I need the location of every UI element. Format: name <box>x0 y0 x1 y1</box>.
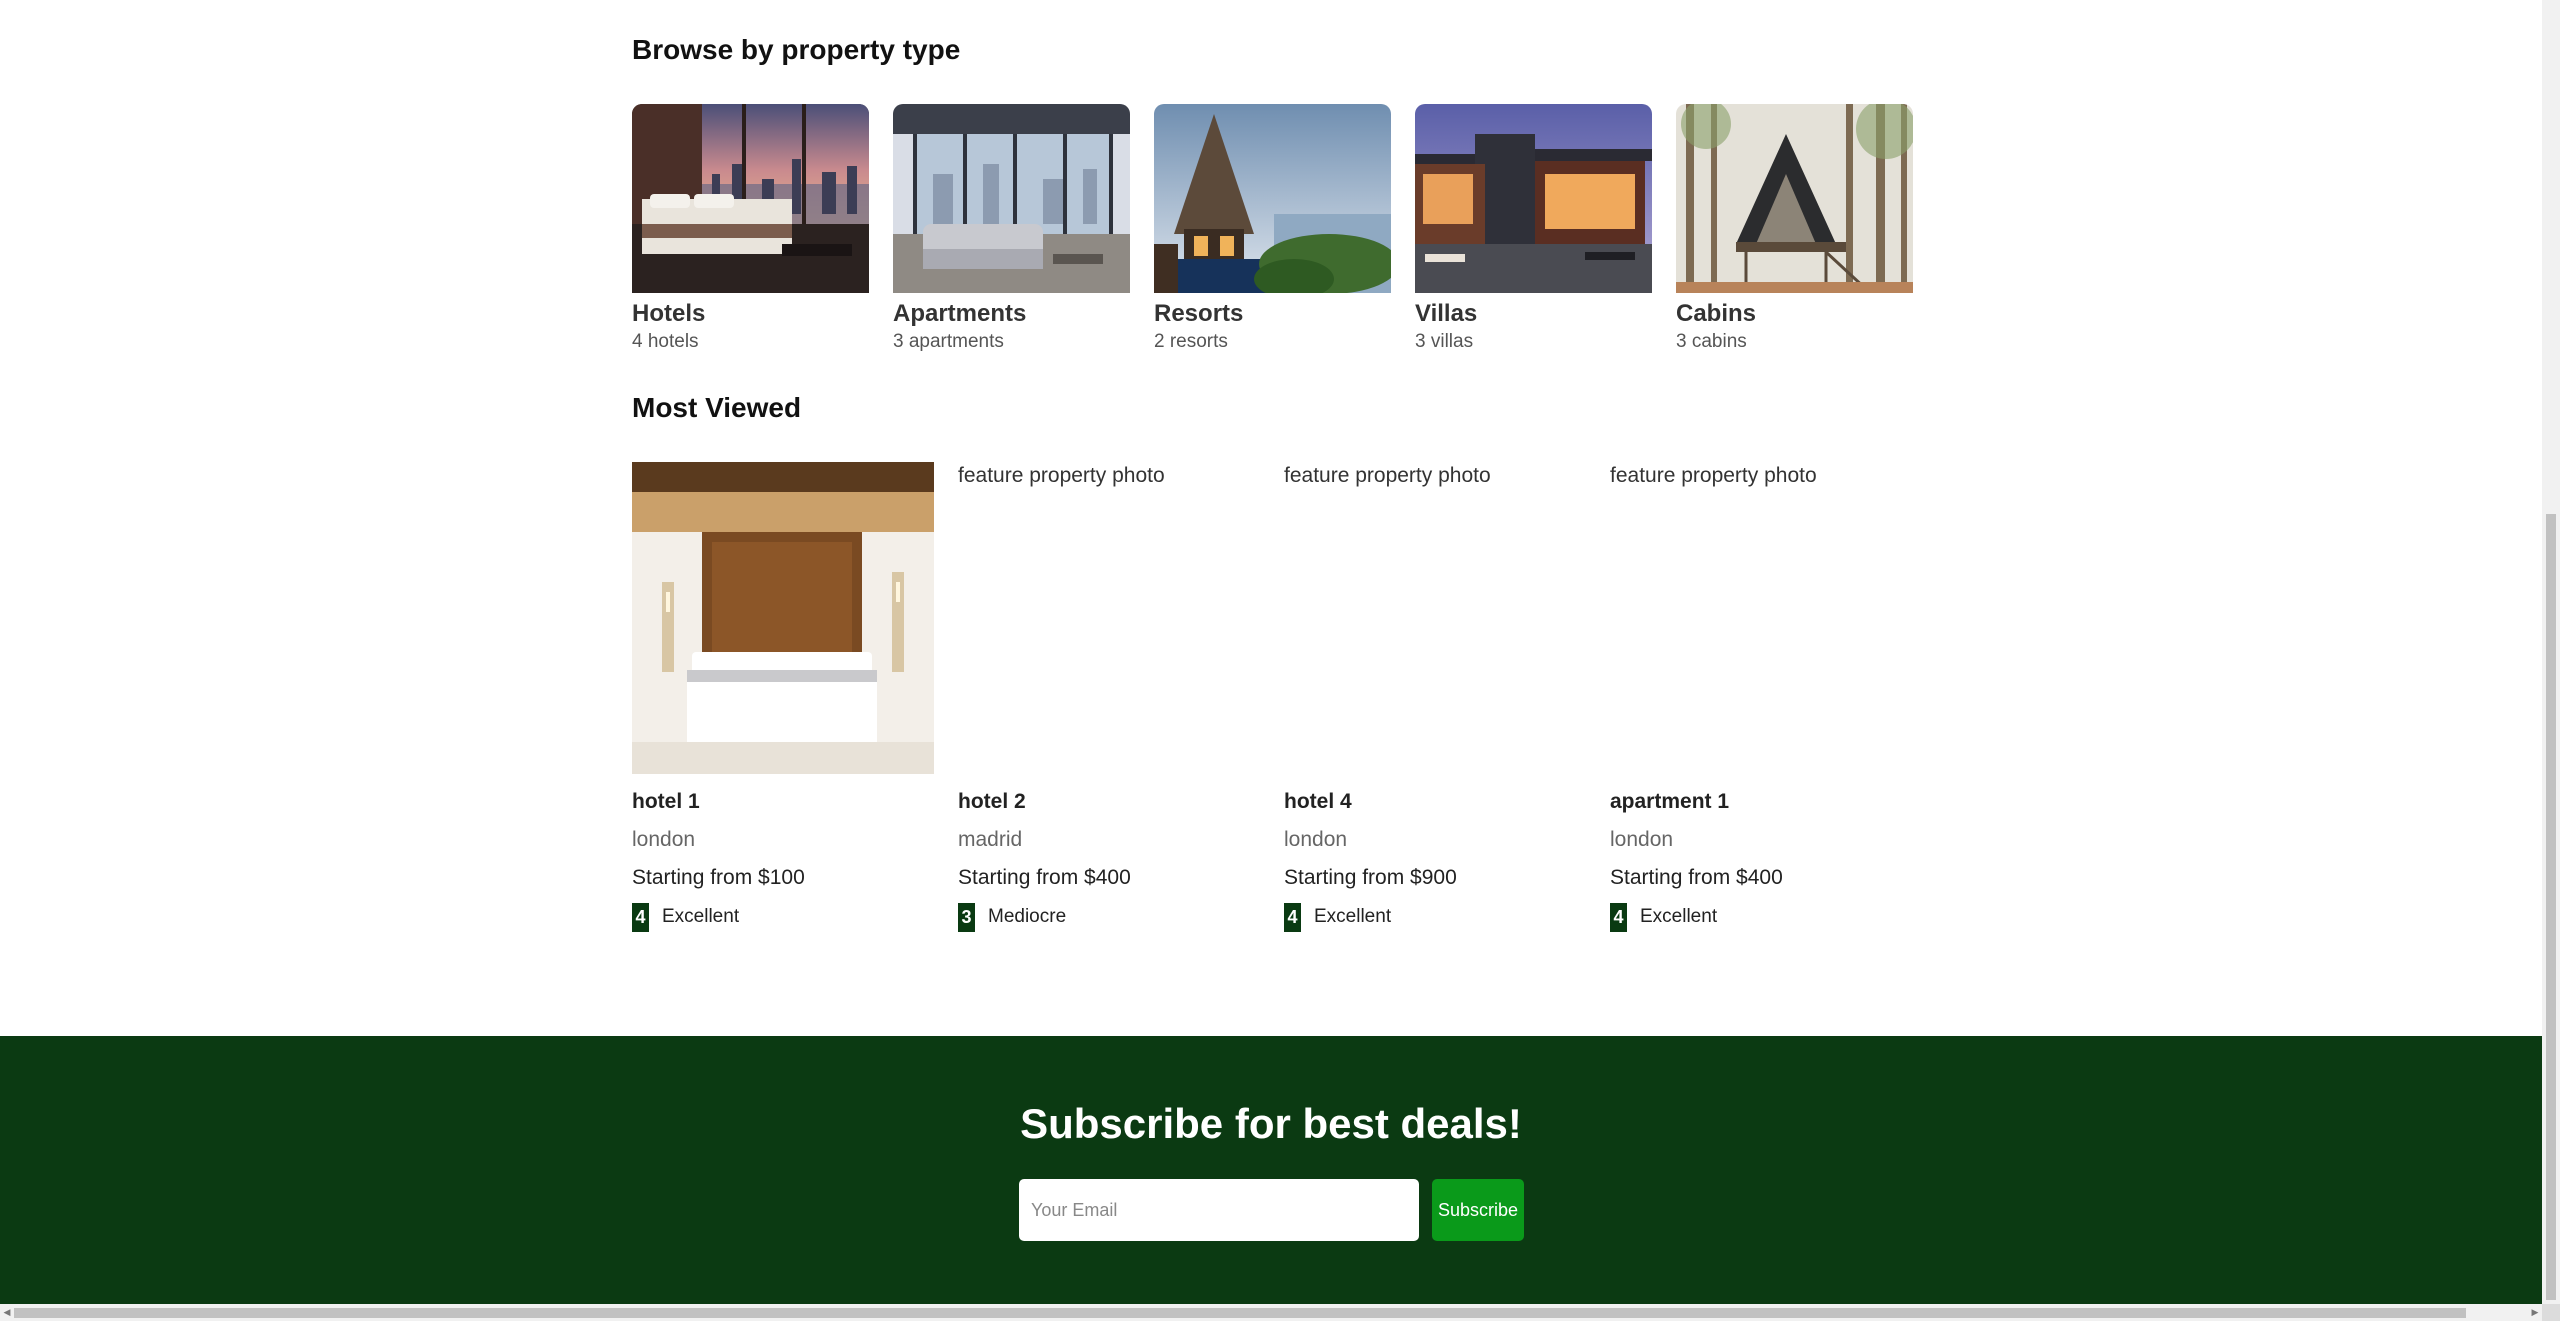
property-city: madrid <box>958 828 1023 851</box>
cabins-photo <box>1676 104 1913 293</box>
broken-image-alt-text: feature property photo <box>1610 464 1817 487</box>
property-type-resorts[interactable]: Resorts 2 resorts <box>1154 104 1391 355</box>
browse-section-title: Browse by property type <box>632 34 961 65</box>
property-name: apartment 1 <box>1610 790 1730 813</box>
property-price: Starting from $900 <box>1284 866 1457 889</box>
rating-label: Excellent <box>662 906 740 927</box>
property-type-list: Hotels 4 hotels Apartments 3 apartments … <box>632 104 1922 364</box>
most-viewed-card-hotel-2[interactable]: feature property photo hotel 2 madrid St… <box>958 462 1260 932</box>
scroll-right-arrow-icon[interactable]: ▶ <box>2528 1304 2542 1321</box>
property-type-apartments[interactable]: Apartments 3 apartments <box>893 104 1130 355</box>
property-type-name: Resorts <box>1154 300 1244 327</box>
rating-score-badge: 3 <box>958 902 975 932</box>
property-name: hotel 2 <box>958 790 1026 813</box>
horizontal-scrollbar[interactable]: ◀ ▶ <box>0 1304 2542 1321</box>
villas-photo <box>1415 104 1652 293</box>
property-type-count: 3 cabins <box>1676 331 1747 352</box>
feature-property-photo <box>632 462 934 774</box>
property-type-count: 3 villas <box>1415 331 1474 352</box>
vertical-scrollbar[interactable] <box>2542 0 2560 1306</box>
property-name: hotel 4 <box>1284 790 1352 813</box>
vertical-scrollbar-thumb[interactable] <box>2546 514 2556 1300</box>
subscribe-title: Subscribe for best deals! <box>1020 1100 1522 1147</box>
property-rating: 4 Excellent <box>632 902 934 932</box>
scroll-left-arrow-icon[interactable]: ◀ <box>0 1304 14 1321</box>
property-city: london <box>1284 828 1348 851</box>
property-price: Starting from $400 <box>1610 866 1783 889</box>
property-type-count: 4 hotels <box>632 331 699 352</box>
property-type-name: Villas <box>1415 300 1478 327</box>
most-viewed-card-apartment-1[interactable]: feature property photo apartment 1 londo… <box>1610 462 1912 932</box>
property-rating: 4 Excellent <box>1610 902 1912 932</box>
feature-property-photo: feature property photo <box>1610 462 1912 774</box>
subscribe-button[interactable]: Subscribe <box>1432 1179 1524 1241</box>
property-city: london <box>1610 828 1674 851</box>
property-type-name: Apartments <box>893 300 1027 327</box>
horizontal-scrollbar-thumb[interactable] <box>14 1308 2466 1318</box>
most-viewed-list: hotel 1 london Starting from $100 4 Exce… <box>632 462 1922 942</box>
feature-property-photo: feature property photo <box>1284 462 1586 774</box>
resorts-photo <box>1154 104 1391 293</box>
property-type-name: Hotels <box>632 300 706 327</box>
scrollbar-corner <box>2542 1304 2560 1321</box>
property-name: hotel 1 <box>632 790 700 813</box>
property-price: Starting from $400 <box>958 866 1131 889</box>
property-price: Starting from $100 <box>632 866 805 889</box>
property-type-villas[interactable]: Villas 3 villas <box>1415 104 1652 355</box>
most-viewed-card-hotel-4[interactable]: feature property photo hotel 4 london St… <box>1284 462 1586 932</box>
rating-score-badge: 4 <box>1284 902 1301 932</box>
property-rating: 4 Excellent <box>1284 902 1586 932</box>
rating-label: Mediocre <box>988 906 1067 927</box>
email-input[interactable] <box>1019 1179 1419 1241</box>
rating-label: Excellent <box>1640 906 1718 927</box>
property-type-count: 2 resorts <box>1154 331 1228 352</box>
rating-label: Excellent <box>1314 906 1392 927</box>
property-type-hotels[interactable]: Hotels 4 hotels <box>632 104 869 355</box>
broken-image-alt-text: feature property photo <box>958 464 1165 487</box>
apartments-photo <box>893 104 1130 293</box>
most-viewed-card-hotel-1[interactable]: hotel 1 london Starting from $100 4 Exce… <box>632 462 934 932</box>
hotels-photo <box>632 104 869 293</box>
property-city: london <box>632 828 696 851</box>
feature-property-photo: feature property photo <box>958 462 1260 774</box>
page: Browse by property type Hotels 4 hotels … <box>0 0 2560 1321</box>
rating-score-badge: 4 <box>1610 902 1627 932</box>
subscribe-section: Subscribe for best deals! Subscribe <box>0 1036 2542 1306</box>
property-type-count: 3 apartments <box>893 331 1004 352</box>
property-type-name: Cabins <box>1676 300 1757 327</box>
broken-image-alt-text: feature property photo <box>1284 464 1491 487</box>
property-type-cabins[interactable]: Cabins 3 cabins <box>1676 104 1913 355</box>
property-rating: 3 Mediocre <box>958 902 1260 932</box>
rating-score-badge: 4 <box>632 902 649 932</box>
most-viewed-title: Most Viewed <box>632 392 802 423</box>
